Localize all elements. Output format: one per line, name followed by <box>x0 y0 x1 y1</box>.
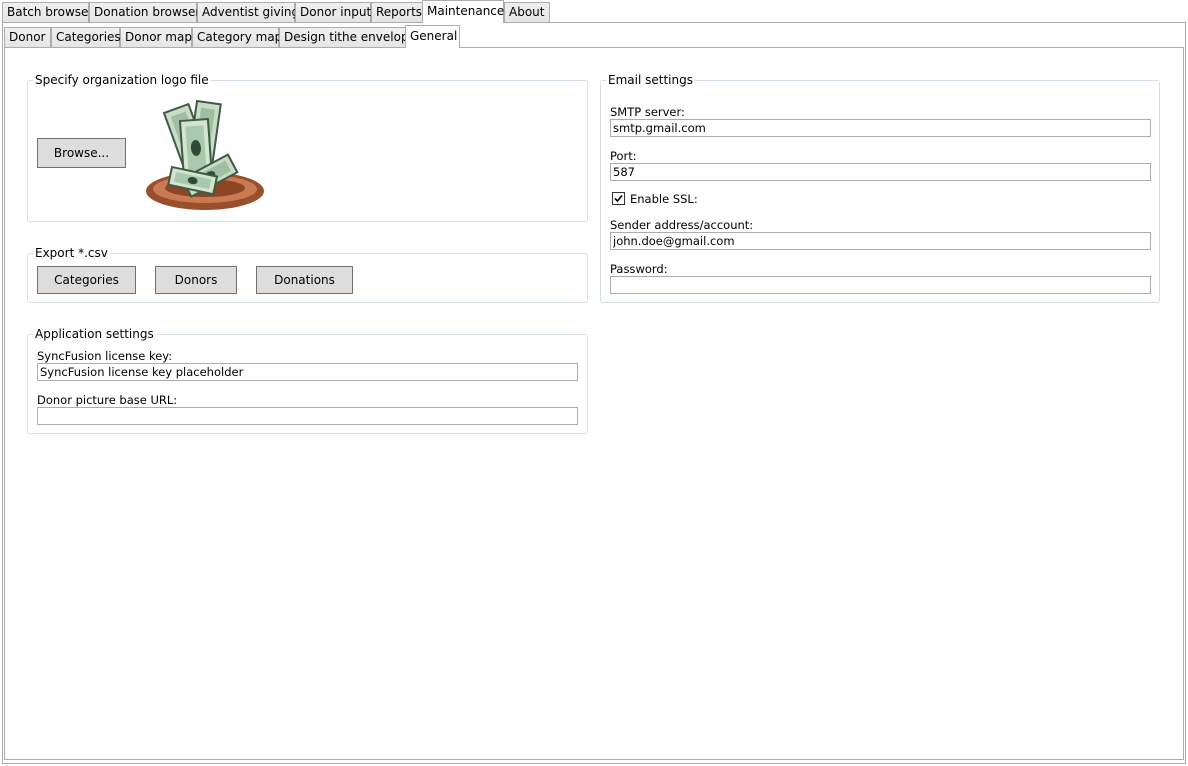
tab-categories[interactable]: Categories <box>51 27 121 47</box>
port-label: Port: <box>610 149 637 163</box>
password-label: Password: <box>610 262 668 276</box>
application-settings-title: Application settings <box>33 327 156 341</box>
enable-ssl-label: Enable SSL: <box>630 192 698 206</box>
tab-design-tithe-envelope[interactable]: Design tithe envelope <box>279 27 416 47</box>
port-input[interactable] <box>610 163 1151 181</box>
email-settings-group: Email settings SMTP server: Port: Enable… <box>600 73 1160 303</box>
email-settings-title: Email settings <box>606 73 695 87</box>
logo-group-title: Specify organization logo file <box>33 73 211 87</box>
tab-about[interactable]: About <box>504 2 550 22</box>
tab-maintenance[interactable]: Maintenance <box>422 0 504 23</box>
export-group: Export *.csv Categories Donors Donations <box>27 246 588 303</box>
sub-tab-strip: Donor Categories Donor map Category map … <box>4 25 1184 48</box>
export-group-title: Export *.csv <box>33 246 110 260</box>
donor-picture-url-label: Donor picture base URL: <box>37 393 178 407</box>
export-donations-button[interactable]: Donations <box>256 266 353 294</box>
logo-group: Specify organization logo file Browse... <box>27 73 588 222</box>
tab-category-map[interactable]: Category map <box>192 27 282 47</box>
tab-donation-browser[interactable]: Donation browser <box>89 2 200 22</box>
tab-donor-map[interactable]: Donor map <box>120 27 192 47</box>
license-key-input[interactable] <box>37 363 578 381</box>
checkmark-icon <box>614 194 623 203</box>
tab-reports[interactable]: Reports <box>371 2 423 22</box>
password-input[interactable] <box>610 276 1151 294</box>
export-categories-button[interactable]: Categories <box>37 266 136 294</box>
sender-address-label: Sender address/account: <box>610 218 754 232</box>
tab-adventist-giving[interactable]: Adventist giving <box>197 2 299 22</box>
enable-ssl-checkbox[interactable] <box>612 192 625 205</box>
smtp-server-label: SMTP server: <box>610 105 685 119</box>
tab-donor-input[interactable]: Donor input <box>295 2 371 22</box>
smtp-server-input[interactable] <box>610 119 1151 137</box>
export-donors-button[interactable]: Donors <box>155 266 237 294</box>
application-settings-group: Application settings SyncFusion license … <box>27 327 588 434</box>
tab-donor[interactable]: Donor <box>4 27 51 47</box>
main-tab-strip: Batch browser Donation browser Adventist… <box>2 0 1186 23</box>
tab-batch-browser[interactable]: Batch browser <box>2 2 93 22</box>
license-key-label: SyncFusion license key: <box>37 349 173 363</box>
donor-picture-url-input[interactable] <box>37 407 578 425</box>
organization-logo <box>142 93 268 213</box>
money-offering-plate-icon <box>146 99 264 210</box>
sender-address-input[interactable] <box>610 232 1151 250</box>
browse-button[interactable]: Browse... <box>37 138 126 168</box>
tab-general[interactable]: General <box>405 25 460 48</box>
